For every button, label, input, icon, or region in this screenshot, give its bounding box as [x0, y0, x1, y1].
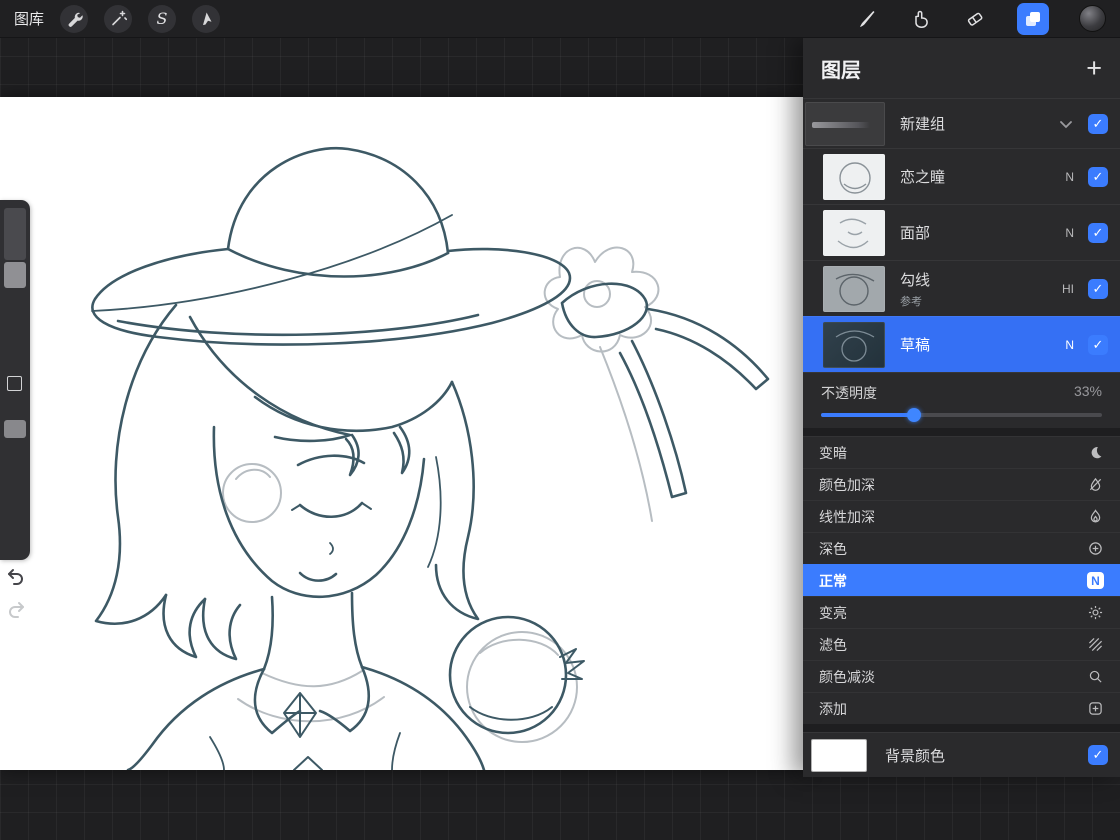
opacity-slider[interactable]: [821, 408, 1102, 422]
opacity-label: 不透明度: [821, 385, 877, 401]
background-visibility-checkbox[interactable]: [1088, 745, 1108, 765]
blend-label: 深色: [819, 540, 847, 557]
blend-row-darker-color[interactable]: 深色: [803, 532, 1120, 564]
layers-icon: [1026, 11, 1040, 26]
transform-button[interactable]: [192, 4, 221, 33]
layers-panel-title: 图层: [821, 59, 861, 82]
gallery-button[interactable]: 图库: [14, 8, 44, 29]
selection-button[interactable]: S: [148, 4, 177, 33]
layer-thumbnail[interactable]: [823, 209, 885, 256]
layer-thumbnail[interactable]: [823, 321, 885, 368]
opacity-fill: [821, 413, 914, 417]
normal-n-icon: N: [1087, 572, 1104, 589]
layer-visibility-checkbox[interactable]: [1088, 113, 1108, 134]
blend-row-darken[interactable]: 变暗: [803, 436, 1120, 468]
sun-icon: [1086, 604, 1104, 622]
brush-icon: [860, 10, 875, 27]
background-color-swatch[interactable]: [811, 738, 867, 772]
brush-size-slider[interactable]: [4, 208, 26, 260]
redo-button[interactable]: [5, 598, 27, 620]
blend-row-screen[interactable]: 滤色: [803, 628, 1120, 660]
moon-icon: [1086, 444, 1104, 462]
blend-row-color-dodge[interactable]: 颜色减淡: [803, 660, 1120, 692]
group-thumbnail[interactable]: [805, 101, 885, 146]
layers-panel-button[interactable]: [1017, 2, 1049, 35]
blend-label: 正常: [819, 572, 847, 589]
blend-label: 滤色: [819, 636, 847, 653]
opacity-section: 不透明度 33%: [803, 372, 1120, 428]
blend-badge[interactable]: N: [1065, 170, 1074, 184]
smudge-tool-button[interactable]: [909, 7, 933, 31]
blend-badge[interactable]: HI: [1062, 282, 1074, 296]
brush-size-handle[interactable]: [4, 262, 26, 288]
blend-row-normal-selected[interactable]: 正常 N: [803, 564, 1120, 596]
flame-icon: [1086, 508, 1104, 526]
layer-thumbnail[interactable]: [823, 265, 885, 312]
screen-icon: [1086, 636, 1104, 654]
sidebar-tools: [0, 200, 30, 560]
layer-reference-tag: 参考: [900, 295, 922, 308]
blend-row-linear-burn[interactable]: 线性加深: [803, 500, 1120, 532]
color-burn-icon: [1086, 476, 1104, 494]
layer-row[interactable]: 恋之瞳 N: [803, 148, 1120, 204]
add-icon: [1086, 700, 1104, 718]
layers-panel-header: 图层 +: [803, 38, 1120, 98]
layer-name: 面部: [900, 225, 931, 242]
blend-label: 变亮: [819, 604, 847, 621]
color-dodge-icon: [1086, 668, 1104, 686]
panel-divider: [803, 428, 1120, 436]
blend-label: 颜色加深: [819, 476, 875, 493]
layer-name: 新建组: [900, 116, 946, 133]
blend-row-add[interactable]: 添加: [803, 692, 1120, 724]
blend-row-lighten[interactable]: 变亮: [803, 596, 1120, 628]
modify-square-button[interactable]: [7, 376, 22, 391]
top-toolbar: 图库 S: [0, 0, 1120, 38]
blend-label: 变暗: [819, 444, 847, 461]
layer-visibility-checkbox[interactable]: [1088, 278, 1108, 299]
layer-name: 恋之瞳: [900, 169, 946, 186]
blend-label: 添加: [819, 700, 847, 717]
blend-badge[interactable]: N: [1065, 226, 1074, 240]
adjustments-button[interactable]: [104, 4, 133, 33]
opacity-knob[interactable]: [906, 408, 921, 422]
layer-thumbnail[interactable]: [823, 153, 885, 200]
magic-wand-icon: [111, 10, 127, 26]
blend-badge[interactable]: N: [1065, 338, 1074, 352]
eraser-tool-button[interactable]: [963, 7, 987, 31]
layer-visibility-checkbox[interactable]: [1088, 334, 1108, 355]
opacity-value: 33%: [1073, 383, 1102, 399]
panel-divider: [803, 724, 1120, 732]
blend-label: 颜色减淡: [819, 668, 875, 685]
layer-visibility-checkbox[interactable]: [1088, 166, 1108, 187]
layer-row-group[interactable]: 新建组: [803, 98, 1120, 148]
actions-button[interactable]: [60, 4, 89, 33]
layer-name: 勾线: [900, 271, 931, 289]
color-swatch-button[interactable]: [1079, 5, 1106, 32]
layer-name: 草稿: [900, 337, 931, 354]
transform-arrow-icon: [202, 12, 212, 25]
blend-row-color-burn[interactable]: 颜色加深: [803, 468, 1120, 500]
brush-opacity-handle[interactable]: [4, 420, 26, 438]
background-color-row[interactable]: 背景颜色: [803, 732, 1120, 777]
brush-tool-button[interactable]: [855, 7, 879, 31]
smudge-finger-icon: [915, 10, 928, 28]
layer-visibility-checkbox[interactable]: [1088, 222, 1108, 243]
darker-color-icon: [1086, 540, 1104, 558]
layers-panel: 图层 + 新建组 恋之瞳 N 面部 N: [803, 38, 1120, 777]
layer-row-selected[interactable]: 草稿 N: [803, 316, 1120, 372]
background-color-label: 背景颜色: [885, 747, 946, 765]
add-layer-button[interactable]: +: [1086, 54, 1102, 82]
drawing-canvas[interactable]: [0, 97, 803, 772]
blend-label: 线性加深: [819, 508, 875, 525]
selection-s-icon: S: [156, 8, 168, 28]
wrench-icon: [68, 12, 83, 27]
layer-row[interactable]: 勾线 参考 HI: [803, 260, 1120, 316]
chevron-down-icon[interactable]: [1058, 116, 1074, 132]
artwork-illustration: [91, 146, 770, 772]
eraser-icon: [967, 12, 983, 26]
layer-row[interactable]: 面部 N: [803, 204, 1120, 260]
undo-button[interactable]: [5, 565, 27, 587]
